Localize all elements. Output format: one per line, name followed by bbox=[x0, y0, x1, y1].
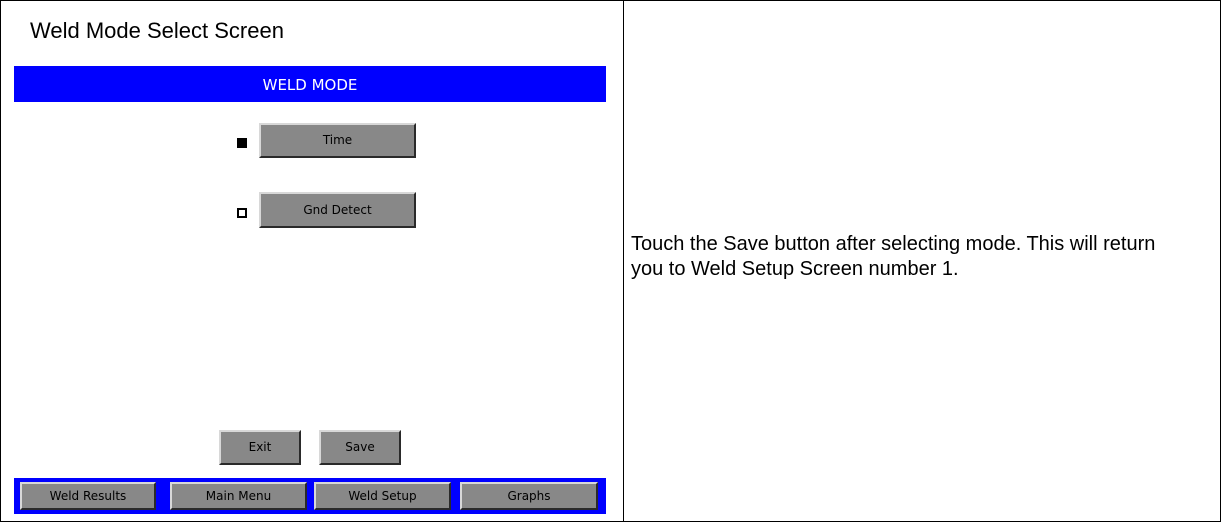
exit-button[interactable]: Exit bbox=[219, 430, 301, 465]
gnd-detect-unselected-indicator bbox=[237, 208, 247, 218]
footer-nav-bar: Weld Results Main Menu Weld Setup Graphs bbox=[14, 478, 606, 514]
gnd-detect-mode-button[interactable]: Gnd Detect bbox=[259, 192, 416, 228]
weld-results-nav-button[interactable]: Weld Results bbox=[20, 482, 156, 510]
weld-setup-nav-button[interactable]: Weld Setup bbox=[314, 482, 451, 510]
time-mode-button[interactable]: Time bbox=[259, 123, 416, 158]
instructions-text: Touch the Save button after selecting mo… bbox=[631, 233, 1156, 280]
save-button[interactable]: Save bbox=[319, 430, 401, 465]
main-menu-nav-button[interactable]: Main Menu bbox=[170, 482, 307, 510]
graphs-nav-button[interactable]: Graphs bbox=[460, 482, 598, 510]
screen-caption: Weld Mode Select Screen bbox=[30, 18, 284, 43]
screen-title: WELD MODE bbox=[14, 66, 606, 102]
time-selected-indicator bbox=[237, 138, 247, 148]
hmi-screen: WELD MODE Time Gnd Detect Exit Save Weld… bbox=[14, 66, 606, 514]
